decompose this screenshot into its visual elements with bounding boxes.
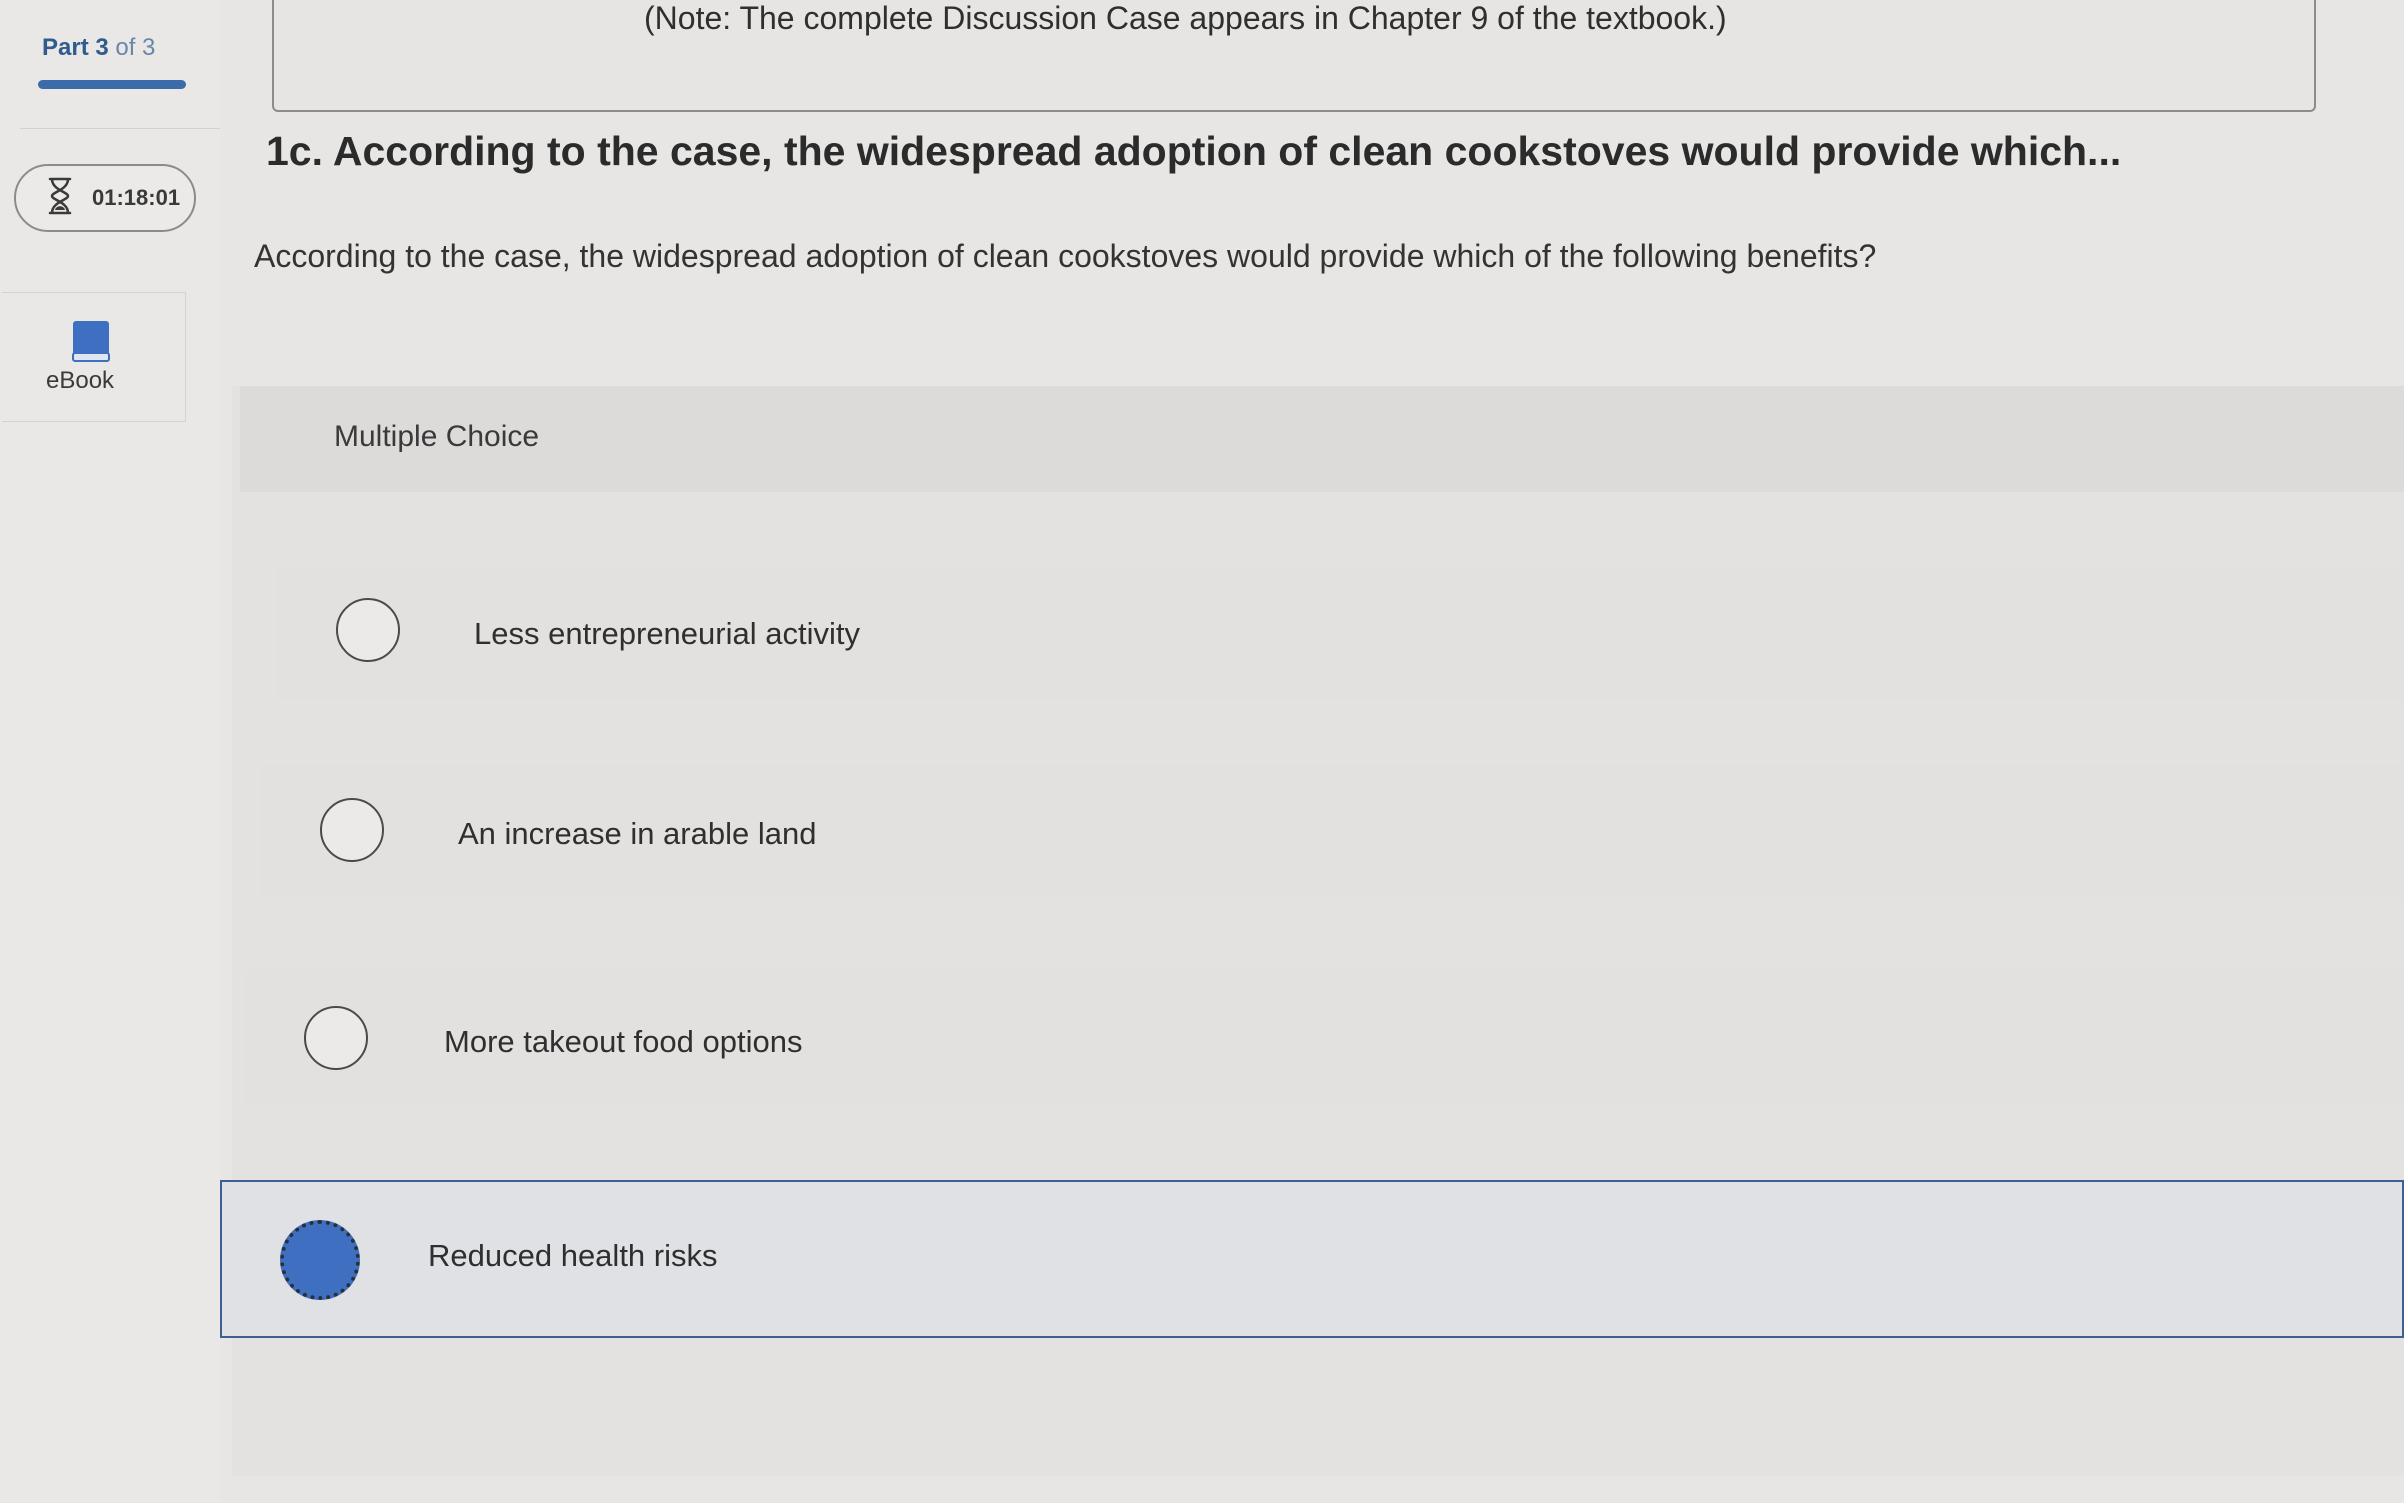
question-prompt: According to the case, the widespread ad… <box>254 238 1877 274</box>
part-indicator[interactable]: Part 3 of 3 <box>42 34 155 62</box>
answer-option-text: Reduced health risks <box>428 1238 718 1273</box>
part-total: of 3 <box>115 34 156 61</box>
answer-option-text: An increase in arable land <box>458 816 817 851</box>
multiple-choice-header <box>240 386 2404 492</box>
answer-option-selected[interactable]: Reduced health risks <box>220 1180 2404 1338</box>
radio-button[interactable] <box>304 1006 368 1070</box>
answer-option-text: More takeout food options <box>444 1024 803 1059</box>
note-box: (Note: The complete Discussion Case appe… <box>272 0 2316 112</box>
question-title: 1c. According to the case, the widesprea… <box>266 128 2122 174</box>
multiple-choice-label: Multiple Choice <box>334 420 540 453</box>
part-number: Part 3 <box>42 34 109 61</box>
answer-option-text: Less entrepreneurial activity <box>474 616 860 651</box>
answer-option[interactable]: Less entrepreneurial activity <box>276 566 2404 700</box>
part-progress-bar <box>38 80 186 89</box>
note-text: (Note: The complete Discussion Case appe… <box>644 0 1727 36</box>
timer-value: 01:18:01 <box>92 185 181 210</box>
divider <box>20 128 220 129</box>
radio-button[interactable] <box>336 598 400 662</box>
ebook-label: eBook <box>46 367 115 394</box>
ebook-button[interactable]: eBook <box>2 292 186 422</box>
radio-button[interactable] <box>320 798 384 862</box>
hourglass-icon <box>46 176 74 221</box>
ebook-icon <box>70 319 112 368</box>
radio-button-selected[interactable] <box>280 1220 360 1300</box>
answer-option[interactable]: More takeout food options <box>244 970 2404 1104</box>
sidebar: Part 3 of 3 01:18:01 eBook <box>0 0 220 1503</box>
answer-option[interactable]: An increase in arable land <box>260 764 2404 898</box>
timer[interactable]: 01:18:01 <box>14 164 196 232</box>
